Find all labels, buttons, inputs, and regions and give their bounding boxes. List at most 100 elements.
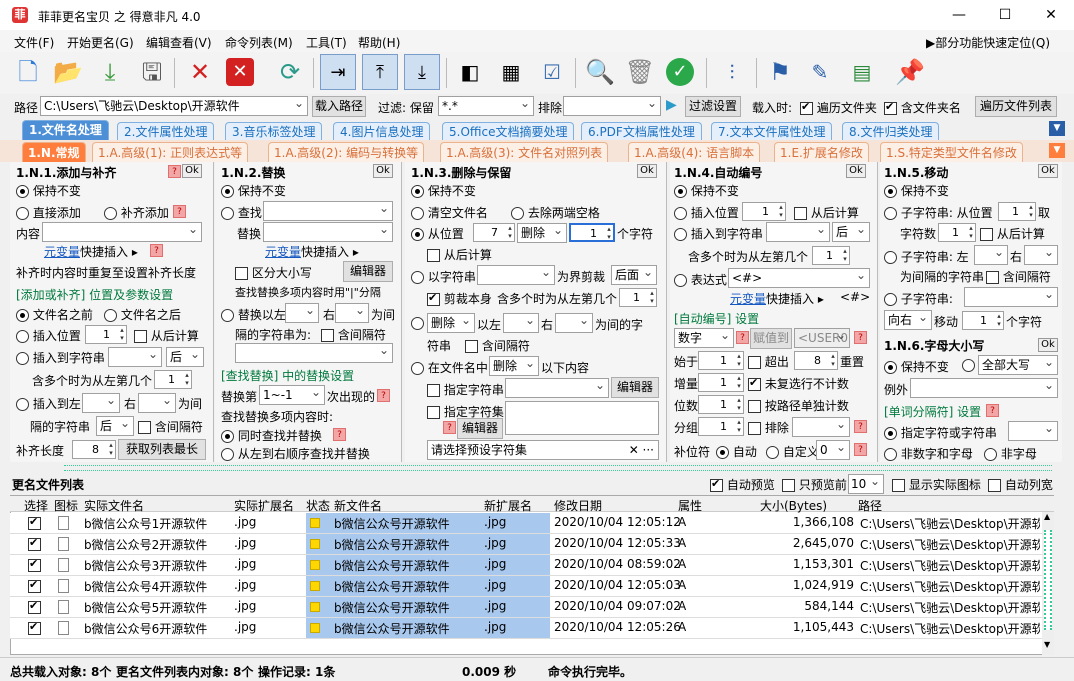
help-icon[interactable]: ? xyxy=(736,331,749,344)
ok-button[interactable]: Ok xyxy=(1038,338,1058,352)
flag-icon[interactable]: ⚑ xyxy=(762,54,798,90)
ok-button[interactable]: Ok xyxy=(637,164,657,178)
radio[interactable] xyxy=(411,228,424,241)
ok-button[interactable]: Ok xyxy=(373,164,393,178)
content-combo[interactable] xyxy=(42,222,202,242)
quick-insert-label[interactable]: 快捷插入 ▸ xyxy=(766,292,824,306)
search-icon[interactable]: 🔍 xyxy=(582,54,618,90)
nth-spin[interactable]: 1 xyxy=(812,246,850,265)
from-pos-spin[interactable]: 7 xyxy=(473,223,515,242)
checkbox[interactable] xyxy=(235,267,248,280)
col-grid-icon[interactable]: ▦ xyxy=(493,54,529,90)
checkbox[interactable] xyxy=(321,329,334,342)
radio[interactable] xyxy=(16,207,29,220)
tab-advanced-regex[interactable]: 1.A.高级(1): 正则表达式等 xyxy=(92,142,249,162)
exclude-combo[interactable] xyxy=(563,96,661,116)
count-spin[interactable]: 1 xyxy=(938,223,976,242)
tab-advanced-mapping[interactable]: 1.A.高级(3): 文件名对照列表 xyxy=(440,142,609,162)
radio[interactable] xyxy=(411,317,424,330)
close-button[interactable]: ✕ xyxy=(1028,0,1074,30)
row-checkbox[interactable] xyxy=(28,600,41,614)
table-row[interactable]: b微信公众号1开源软件 .jpg b微信公众号开源软件 .jpg 2020/10/04 … xyxy=(10,513,1054,534)
exclude-combo[interactable] xyxy=(792,417,850,437)
tab-pdf-attrs[interactable]: 6.PDF文档属性处理 xyxy=(581,122,702,140)
ok-button[interactable]: Ok xyxy=(1038,164,1058,178)
checkbox[interactable] xyxy=(748,400,761,413)
left-combo[interactable] xyxy=(285,303,319,323)
tab-office-summary[interactable]: 5.Office文档摘要处理 xyxy=(442,122,575,140)
quick-insert-label[interactable]: 快捷插入 ▸ xyxy=(301,245,359,259)
checkbox[interactable] xyxy=(748,422,761,435)
tab-extension[interactable]: 1.E.扩展名修改 xyxy=(774,142,869,162)
preset-combo[interactable]: 请选择预设字符集 ✕ ··· xyxy=(427,440,659,460)
checkbox[interactable] xyxy=(800,100,813,115)
meta-var-link[interactable]: 元变量 xyxy=(730,292,766,306)
between-combo[interactable] xyxy=(235,343,393,363)
col-new-ext[interactable]: 新扩展名 xyxy=(484,497,532,514)
replace-combo[interactable] xyxy=(263,222,393,242)
load-path-button[interactable]: 载入路径 xyxy=(312,96,366,117)
row-checkbox[interactable] xyxy=(28,516,41,530)
radio[interactable] xyxy=(511,207,524,220)
arrow-up-icon[interactable]: ⤒ xyxy=(362,54,398,90)
sub-str3-combo[interactable] xyxy=(964,287,1058,307)
table-row[interactable]: b微信公众号2开源软件 .jpg b微信公众号开源软件 .jpg 2020/10/04 … xyxy=(10,534,1054,555)
arrow-down-icon[interactable]: ⤓ xyxy=(404,54,440,90)
checkbox[interactable] xyxy=(980,228,993,241)
checkbox[interactable] xyxy=(794,207,807,220)
menu-tools[interactable]: 工具(T) xyxy=(306,34,347,51)
scroll-thumb[interactable] xyxy=(1044,530,1052,630)
filter-settings-button[interactable]: 过滤设置 xyxy=(685,96,741,117)
col-status[interactable]: 状态 xyxy=(306,497,330,514)
pad-len-spin[interactable]: 8 xyxy=(72,440,116,459)
splitter[interactable] xyxy=(64,465,1052,471)
scroll-down-icon[interactable]: ▼ xyxy=(1044,640,1050,649)
tab-advanced-encoding[interactable]: 1.A.高级(2): 编码与转换等 xyxy=(268,142,425,162)
confirm-icon[interactable]: ✓ xyxy=(666,58,694,86)
save-icon[interactable]: 🖫 xyxy=(134,54,170,90)
tab-advanced-script[interactable]: 1.A.高级(4): 语言脚本 xyxy=(628,142,761,162)
delete-all-icon[interactable]: ✕ xyxy=(226,58,254,86)
help-icon[interactable]: ? xyxy=(333,428,346,441)
tab-dropdown-icon[interactable]: ▼ xyxy=(1049,121,1065,136)
nth-spin[interactable]: 1 xyxy=(619,288,657,307)
nth-spin[interactable]: 1 xyxy=(154,370,192,389)
col-select[interactable]: 选择 xyxy=(24,497,48,514)
digits-spin[interactable]: 1 xyxy=(698,395,744,414)
open-folder-icon[interactable]: 📂 xyxy=(50,54,86,90)
left-combo[interactable] xyxy=(503,313,539,333)
radio[interactable] xyxy=(674,185,687,198)
nth-combo[interactable]: 1~-1 xyxy=(259,385,325,405)
traverse-folders-check[interactable]: 遍历文件夹 xyxy=(800,99,877,116)
table-row[interactable]: b微信公众号5开源软件 .jpg b微信公众号开源软件 .jpg 2020/10/04 … xyxy=(10,597,1054,618)
assign-button[interactable]: 赋值到 xyxy=(750,328,792,349)
include-folder-name-check[interactable]: 含文件夹名 xyxy=(884,99,961,116)
row-checkbox[interactable] xyxy=(28,621,41,635)
ok-button[interactable]: Ok xyxy=(182,164,202,178)
checkbox[interactable] xyxy=(988,479,1001,492)
help-icon[interactable]: ? xyxy=(854,420,867,433)
row-checkbox[interactable] xyxy=(28,537,41,551)
checkbox[interactable] xyxy=(427,384,440,397)
count-spin[interactable]: 1 xyxy=(569,223,615,242)
radio[interactable] xyxy=(884,293,897,306)
group-spin[interactable]: 1 xyxy=(698,417,744,436)
editor-button[interactable]: 编辑器 xyxy=(343,261,393,282)
col-date[interactable]: 修改日期 xyxy=(554,497,602,514)
table-row[interactable]: b微信公众号6开源软件 .jpg b微信公众号开源软件 .jpg 2020/10/04 … xyxy=(10,618,1054,639)
after-combo[interactable]: 后 xyxy=(166,347,204,367)
radio[interactable] xyxy=(884,207,897,220)
editor-button[interactable]: 编辑器 xyxy=(611,377,659,398)
radio[interactable] xyxy=(984,448,997,461)
radio[interactable] xyxy=(221,185,234,198)
checkbox[interactable] xyxy=(138,421,151,434)
exceed-spin[interactable]: 8 xyxy=(794,351,838,370)
table-row[interactable]: b微信公众号3开源软件 .jpg b微信公众号开源软件 .jpg 2020/10/04 … xyxy=(10,555,1054,576)
help-icon[interactable]: ? xyxy=(377,389,390,402)
menu-file[interactable]: 文件(F) xyxy=(14,34,54,51)
arrow-right-icon[interactable]: ⇥ xyxy=(320,54,356,90)
preview-n-input[interactable]: 10 xyxy=(848,474,884,494)
vertical-scrollbar[interactable]: ▲ ▼ xyxy=(1042,512,1054,655)
row-checkbox[interactable] xyxy=(28,579,41,593)
delete3-combo[interactable]: 删除 xyxy=(489,356,539,376)
